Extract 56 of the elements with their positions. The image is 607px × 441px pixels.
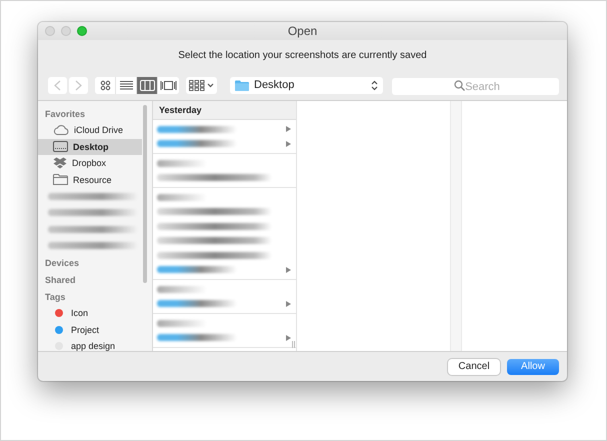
folder-icon	[235, 80, 249, 90]
chevron-left-icon	[54, 80, 61, 90]
desktop-icon	[53, 141, 68, 152]
sidebar-item[interactable]: Icon	[38, 305, 152, 322]
column-header: Yesterday	[153, 101, 296, 120]
sidebar-item[interactable]: Desktop	[38, 138, 142, 155]
up-down-arrows-icon	[371, 80, 378, 90]
dialog-message: Select the location your screenshots are currently saved	[177, 48, 428, 62]
blurred-file-row[interactable]	[157, 174, 272, 182]
columns-view-button[interactable]	[137, 76, 158, 94]
blurred-file-row[interactable]	[157, 208, 272, 216]
arrange-menu-button[interactable]	[186, 76, 217, 94]
sidebar-item[interactable]: Dropbox	[38, 155, 152, 172]
zoom-button[interactable]	[77, 26, 87, 36]
window-title: Open	[286, 24, 318, 38]
blurred-date-label	[157, 286, 207, 293]
cloud-icon	[53, 125, 69, 136]
blurred-file-row[interactable]	[157, 252, 272, 259]
search-icon	[454, 80, 464, 90]
disclosure-arrow-icon	[286, 140, 291, 147]
blurred-folder-row[interactable]	[157, 126, 237, 133]
chevron-right-icon	[75, 80, 82, 90]
disclosure-arrow-icon	[286, 126, 291, 132]
blurred-date-label	[157, 194, 207, 201]
cover-flow-icon	[160, 80, 177, 90]
scrollbar-thumb[interactable]	[143, 105, 147, 283]
sidebar-item[interactable]: Project	[38, 322, 152, 338]
icons-view-button[interactable]	[95, 76, 116, 94]
search-field[interactable]: Search	[392, 78, 559, 95]
sidebar-section-title: Favorites	[44, 108, 86, 121]
blurred-date-label	[157, 320, 207, 327]
columns-icon	[140, 80, 154, 90]
blurred-folder-row[interactable]	[157, 334, 237, 342]
blurred-folder-row[interactable]	[157, 140, 237, 148]
blurred-file-row[interactable]	[157, 222, 272, 230]
sidebar-item[interactable]: app design	[38, 338, 152, 354]
icon-grid-icon	[100, 80, 110, 90]
column-resize-handle[interactable]	[292, 341, 295, 348]
blurred-file-row[interactable]	[157, 237, 272, 244]
sidebar-item[interactable]: Resource	[38, 172, 152, 188]
grid-caret-icon	[189, 80, 214, 90]
disclosure-arrow-icon	[286, 300, 291, 307]
sidebar-section-title: Tags	[44, 291, 66, 304]
blurred-folder-row[interactable]	[157, 266, 237, 274]
location-popup[interactable]: Desktop	[230, 76, 383, 94]
sidebar-section-title: Shared	[44, 274, 77, 287]
blurred-folder-row[interactable]	[157, 300, 237, 308]
disclosure-arrow-icon	[286, 334, 291, 341]
coverflow-view-button[interactable]	[158, 76, 179, 94]
sidebar-item[interactable]: iCloud Drive	[38, 122, 152, 138]
blurred-date-label	[157, 160, 207, 167]
sidebar-section-title: Devices	[44, 257, 80, 270]
folder-icon	[53, 174, 68, 186]
disclosure-arrow-icon	[286, 266, 291, 273]
list-icon	[120, 80, 132, 90]
cancel-button[interactable]: Cancel	[448, 358, 500, 374]
